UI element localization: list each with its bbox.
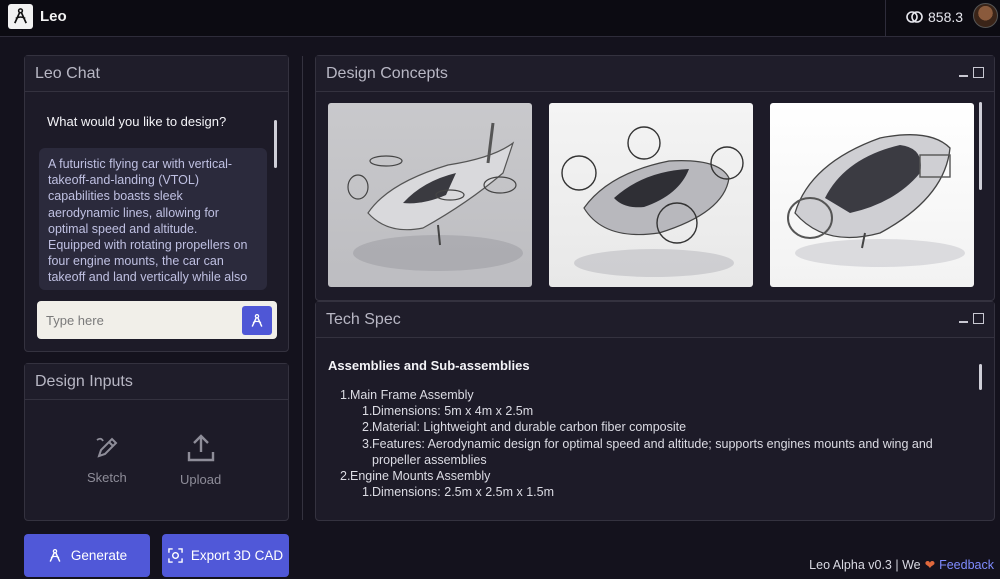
tech-spec-header: Tech Spec — [316, 302, 994, 338]
chat-scrollbar[interactable] — [274, 120, 277, 168]
design-concepts-title: Design Concepts — [326, 65, 448, 82]
minimize-icon[interactable] — [959, 321, 968, 323]
chat-reply-line: capabilities boasts sleek — [48, 189, 183, 204]
generate-button[interactable]: Generate — [24, 534, 150, 577]
design-inputs-title: Design Inputs — [35, 373, 133, 390]
sketch-button[interactable]: Sketch — [87, 434, 127, 485]
tech-spec-heading: Assemblies and Sub-assemblies — [328, 358, 530, 373]
leo-chat-header: Leo Chat — [25, 56, 288, 92]
chat-question: What would you like to design? — [47, 114, 227, 129]
credits-display[interactable]: 858.3 — [906, 8, 963, 26]
leo-generate-icon — [49, 548, 61, 562]
spec-subitem-text: Dimensions: 5m x 4m x 2.5m — [372, 404, 534, 419]
credits-value: 858.3 — [928, 9, 964, 25]
leo-send-icon — [251, 313, 263, 327]
chat-input-container — [37, 301, 277, 339]
chat-reply-line: Equipped with rotating propellers on — [48, 238, 248, 253]
spec-item-number: 2. — [340, 469, 351, 484]
chat-reply-line: takeoff-and-landing (VTOL) — [48, 173, 200, 188]
leo-logo-icon[interactable] — [8, 4, 33, 29]
generate-label: Generate — [70, 548, 128, 563]
user-avatar[interactable] — [973, 3, 998, 28]
leo-chat-title: Leo Chat — [35, 65, 100, 82]
spec-subitem: 1. Dimensions: 5m x 4m x 2.5m — [340, 403, 980, 419]
spec-subitem-number: 1. — [362, 404, 373, 419]
scan-cube-icon — [168, 548, 183, 563]
spec-subitem-number: 2. — [362, 420, 373, 435]
chat-reply-line: aerodynamic lines, allowing for — [48, 205, 219, 220]
tech-spec-title: Tech Spec — [326, 311, 401, 328]
spec-item: 1. Main Frame Assembly — [340, 387, 980, 403]
minimize-icon[interactable] — [959, 75, 968, 77]
design-concept-image-1[interactable] — [328, 103, 532, 287]
app-name: Leo — [40, 8, 67, 25]
spec-subitem-text: Material: Lightweight and durable carbon… — [372, 420, 687, 435]
design-concept-image-3[interactable] — [770, 103, 974, 287]
leo-chat-panel: Leo Chat What would you like to design? … — [24, 55, 289, 352]
tech-spec-list: 1. Main Frame Assembly 1. Dimensions: 5m… — [340, 387, 980, 500]
spec-item-text: Engine Mounts Assembly — [350, 469, 491, 484]
version-text: Leo Alpha v0.3 | We — [809, 557, 921, 572]
design-concept-image-2[interactable] — [549, 103, 753, 287]
spec-subitem-number: 3. — [362, 436, 373, 451]
spec-subitem-number: 1. — [362, 485, 373, 500]
spec-subitem: 1. Dimensions: 2.5m x 2.5m x 1.5m — [340, 484, 980, 500]
chat-input[interactable] — [37, 301, 237, 339]
spec-subitem: 3. Features: Aerodynamic design for opti… — [340, 436, 980, 468]
maximize-icon[interactable] — [973, 313, 984, 324]
tech-spec-window-controls — [959, 313, 984, 324]
heart-icon: ❤ — [924, 558, 936, 572]
chat-reply-line: takeoff and land vertically while also — [48, 270, 248, 285]
send-button[interactable] — [242, 306, 272, 335]
top-bar: Leo 858.3 — [0, 0, 1000, 37]
feedback-link[interactable]: Feedback — [939, 558, 994, 572]
spec-subitem: 2. Material: Lightweight and durable car… — [340, 419, 980, 435]
export-3d-cad-button[interactable]: Export 3D CAD — [162, 534, 289, 577]
spec-subitem-text: Features: Aerodynamic design for optimal… — [372, 436, 933, 467]
sketch-label: Sketch — [87, 470, 127, 485]
spec-item-number: 1. — [340, 388, 351, 402]
concepts-scrollbar[interactable] — [979, 102, 982, 190]
spec-subitem-text: Dimensions: 2.5m x 2.5m x 1.5m — [372, 485, 555, 500]
spec-item-text: Main Frame Assembly — [350, 388, 474, 402]
upload-button[interactable]: Upload — [180, 432, 221, 487]
footer: Leo Alpha v0.3 | We ❤ Feedback — [809, 557, 994, 573]
upload-label: Upload — [180, 472, 222, 487]
column-divider — [302, 56, 303, 520]
tech-spec-panel: Tech Spec Assemblies and Sub-assemblies … — [315, 301, 995, 521]
top-divider — [885, 0, 886, 37]
credits-icon — [906, 11, 923, 23]
chat-reply-line: optimal speed and altitude. — [48, 221, 198, 236]
chat-reply-bubble: A futuristic flying car with vertical- t… — [39, 148, 267, 290]
design-concepts-window-controls — [959, 67, 984, 78]
chat-reply-line: A futuristic flying car with vertical- — [48, 157, 233, 171]
chat-reply-line: four engine mounts, the car can — [48, 254, 224, 269]
upload-icon — [187, 434, 214, 462]
design-inputs-header: Design Inputs — [25, 364, 288, 400]
design-inputs-panel: Design Inputs Sketch Upload — [24, 363, 289, 521]
maximize-icon[interactable] — [973, 67, 984, 78]
export-label: Export 3D CAD — [190, 548, 284, 563]
design-concepts-header: Design Concepts — [316, 56, 994, 92]
pencil-icon — [96, 437, 118, 458]
spec-item: 2. Engine Mounts Assembly — [340, 468, 980, 484]
